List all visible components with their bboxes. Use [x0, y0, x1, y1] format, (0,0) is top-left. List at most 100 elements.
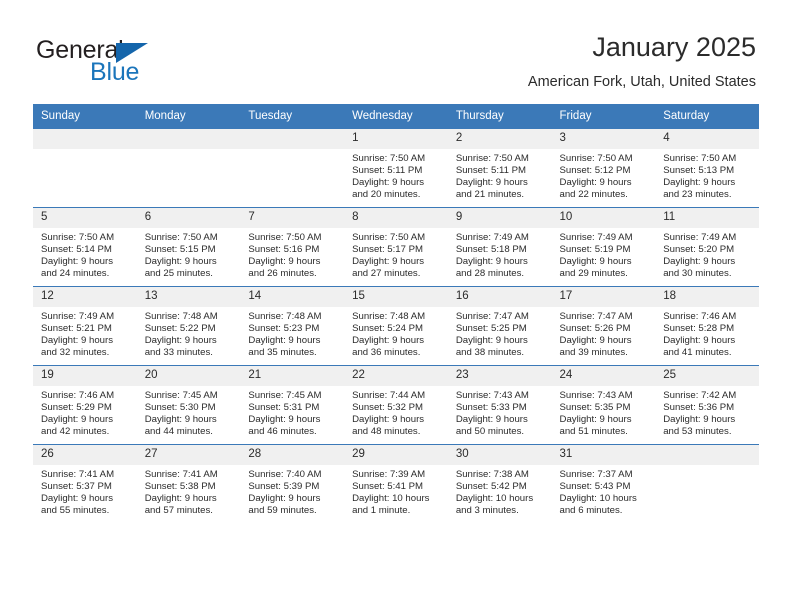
sunrise-text: Sunrise: 7:46 AM	[663, 311, 737, 322]
calendar-day-cell[interactable]: 3 Sunrise: 7:50 AM Sunset: 5:12 PM Daylight…	[551, 128, 656, 208]
calendar-day-cell[interactable]: 11 Sunrise: 7:49 AM Sunset: 5:20 PM Dayligh…	[655, 207, 759, 287]
sunrise-text: Sunrise: 7:45 AM	[248, 390, 322, 401]
calendar-day-cell[interactable]: 18 Sunrise: 7:46 AM Sunset: 5:28 PM Dayligh…	[655, 286, 759, 366]
day-number: 29	[344, 445, 448, 465]
sunrise-text: Sunrise: 7:39 AM	[352, 469, 426, 480]
calendar-day-cell[interactable]: 20 Sunrise: 7:45 AM Sunset: 5:30 PM Dayligh…	[136, 365, 241, 445]
day-number	[240, 129, 345, 149]
day-details: Sunrise: 7:45 AM Sunset: 5:31 PM Daylight:…	[240, 386, 344, 438]
sunset-text: Sunset: 5:31 PM	[248, 402, 320, 414]
daylight-text: Daylight: 10 hours and 6 minutes.	[559, 493, 637, 517]
location-subtitle: American Fork, Utah, United States	[527, 74, 756, 90]
day-details: Sunrise: 7:38 AM Sunset: 5:42 PM Daylight:…	[448, 465, 552, 517]
calendar-day-cell[interactable]: 5 Sunrise: 7:50 AM Sunset: 5:14 PM Daylight…	[33, 207, 137, 287]
day-details: Sunrise: 7:50 AM Sunset: 5:14 PM Daylight:…	[33, 228, 137, 280]
calendar-day-cell[interactable]: 16 Sunrise: 7:47 AM Sunset: 5:25 PM Dayligh…	[447, 286, 552, 366]
calendar-day-cell[interactable]: 7 Sunrise: 7:50 AM Sunset: 5:16 PM Daylight…	[240, 207, 345, 287]
daylight-text: Daylight: 10 hours and 1 minute.	[352, 493, 430, 517]
day-details: Sunrise: 7:40 AM Sunset: 5:39 PM Daylight:…	[240, 465, 344, 517]
daylight-text: Daylight: 9 hours and 44 minutes.	[144, 414, 217, 438]
sunset-text: Sunset: 5:11 PM	[455, 165, 527, 177]
day-number: 11	[655, 208, 759, 228]
calendar-day-cell[interactable]: 27 Sunrise: 7:41 AM Sunset: 5:38 PM Dayligh…	[136, 444, 241, 523]
sunrise-text: Sunrise: 7:50 AM	[352, 232, 426, 243]
calendar-day-cell[interactable]: 26 Sunrise: 7:41 AM Sunset: 5:37 PM Dayligh…	[33, 444, 137, 523]
sunrise-text: Sunrise: 7:50 AM	[455, 153, 529, 164]
daylight-text: Daylight: 9 hours and 22 minutes.	[559, 177, 632, 201]
calendar-day-cell[interactable]: 9 Sunrise: 7:49 AM Sunset: 5:18 PM Daylight…	[447, 207, 552, 287]
calendar-day-cell[interactable]: 13 Sunrise: 7:48 AM Sunset: 5:22 PM Dayligh…	[136, 286, 241, 366]
day-details: Sunrise: 7:49 AM Sunset: 5:20 PM Daylight:…	[655, 228, 759, 280]
calendar-day-cell[interactable]: 15 Sunrise: 7:48 AM Sunset: 5:24 PM Dayligh…	[344, 286, 448, 366]
calendar-empty-cell	[33, 128, 137, 208]
calendar-day-cell[interactable]: 22 Sunrise: 7:44 AM Sunset: 5:32 PM Dayligh…	[344, 365, 448, 445]
day-details: Sunrise: 7:39 AM Sunset: 5:41 PM Daylight:…	[344, 465, 448, 517]
calendar-day-cell[interactable]: 30 Sunrise: 7:38 AM Sunset: 5:42 PM Dayligh…	[447, 444, 552, 523]
sunset-text: Sunset: 5:32 PM	[352, 402, 424, 414]
daylight-text: Daylight: 9 hours and 36 minutes.	[352, 335, 425, 359]
day-number: 18	[655, 287, 759, 307]
day-number: 28	[240, 445, 345, 465]
day-details: Sunrise: 7:50 AM Sunset: 5:13 PM Daylight:…	[655, 149, 759, 201]
sunset-text: Sunset: 5:39 PM	[248, 481, 320, 493]
daylight-text: Daylight: 9 hours and 35 minutes.	[248, 335, 321, 359]
general-blue-logo[interactable]: General Blue	[36, 36, 226, 88]
sunrise-text: Sunrise: 7:50 AM	[144, 232, 218, 243]
calendar-day-cell[interactable]: 31 Sunrise: 7:37 AM Sunset: 5:43 PM Dayligh…	[551, 444, 656, 523]
calendar-day-cell[interactable]: 12 Sunrise: 7:49 AM Sunset: 5:21 PM Dayligh…	[33, 286, 137, 366]
calendar-day-cell[interactable]: 25 Sunrise: 7:42 AM Sunset: 5:36 PM Dayligh…	[655, 365, 759, 445]
calendar-day-cell[interactable]: 17 Sunrise: 7:47 AM Sunset: 5:26 PM Dayligh…	[551, 286, 656, 366]
sunset-text: Sunset: 5:38 PM	[144, 481, 216, 493]
calendar-week-row: 19 Sunrise: 7:46 AM Sunset: 5:29 PM Dayligh…	[33, 365, 759, 445]
day-details: Sunrise: 7:46 AM Sunset: 5:29 PM Daylight:…	[33, 386, 137, 438]
sunset-text: Sunset: 5:16 PM	[248, 244, 320, 256]
calendar-week-row: 5 Sunrise: 7:50 AM Sunset: 5:14 PM Daylight…	[33, 207, 759, 287]
sunrise-text: Sunrise: 7:40 AM	[248, 469, 322, 480]
calendar-day-cell[interactable]: 23 Sunrise: 7:43 AM Sunset: 5:33 PM Dayligh…	[447, 365, 552, 445]
day-number: 31	[551, 445, 656, 465]
calendar-day-cell[interactable]: 21 Sunrise: 7:45 AM Sunset: 5:31 PM Dayligh…	[240, 365, 345, 445]
daylight-text: Daylight: 9 hours and 53 minutes.	[663, 414, 736, 438]
day-number: 27	[136, 445, 241, 465]
calendar-day-cell[interactable]: 19 Sunrise: 7:46 AM Sunset: 5:29 PM Dayligh…	[33, 365, 137, 445]
calendar-empty-cell	[240, 128, 345, 208]
day-details: Sunrise: 7:50 AM Sunset: 5:16 PM Daylight:…	[240, 228, 344, 280]
calendar-day-cell[interactable]: 1 Sunrise: 7:50 AM Sunset: 5:11 PM Daylight…	[344, 128, 448, 208]
sunrise-text: Sunrise: 7:50 AM	[41, 232, 115, 243]
calendar-day-cell[interactable]: 8 Sunrise: 7:50 AM Sunset: 5:17 PM Daylight…	[344, 207, 448, 287]
sunset-text: Sunset: 5:21 PM	[41, 323, 112, 335]
weekday-header-wednesday: Wednesday	[344, 104, 448, 129]
calendar-day-cell[interactable]: 4 Sunrise: 7:50 AM Sunset: 5:13 PM Daylight…	[655, 128, 759, 208]
weekday-header-sunday: Sunday	[33, 104, 137, 129]
sunrise-text: Sunrise: 7:41 AM	[144, 469, 218, 480]
calendar-day-cell[interactable]: 14 Sunrise: 7:48 AM Sunset: 5:23 PM Dayligh…	[240, 286, 345, 366]
calendar-day-cell[interactable]: 29 Sunrise: 7:39 AM Sunset: 5:41 PM Dayligh…	[344, 444, 448, 523]
day-number: 1	[344, 129, 448, 149]
day-number: 2	[447, 129, 552, 149]
calendar-day-cell[interactable]: 2 Sunrise: 7:50 AM Sunset: 5:11 PM Daylight…	[447, 128, 552, 208]
sunrise-text: Sunrise: 7:38 AM	[455, 469, 529, 480]
day-number: 7	[240, 208, 345, 228]
sunrise-text: Sunrise: 7:43 AM	[559, 390, 633, 401]
sunrise-text: Sunrise: 7:48 AM	[352, 311, 426, 322]
sunset-text: Sunset: 5:17 PM	[352, 244, 424, 256]
weekday-header-thursday: Thursday	[447, 104, 552, 129]
calendar-empty-cell	[136, 128, 241, 208]
sunrise-text: Sunrise: 7:49 AM	[455, 232, 529, 243]
day-number: 8	[344, 208, 448, 228]
day-number: 26	[33, 445, 137, 465]
calendar-day-cell[interactable]: 10 Sunrise: 7:49 AM Sunset: 5:19 PM Dayligh…	[551, 207, 656, 287]
sunset-text: Sunset: 5:14 PM	[41, 244, 112, 256]
calendar-day-cell[interactable]: 24 Sunrise: 7:43 AM Sunset: 5:35 PM Dayligh…	[551, 365, 656, 445]
day-details: Sunrise: 7:48 AM Sunset: 5:23 PM Daylight:…	[240, 307, 344, 359]
sunrise-text: Sunrise: 7:50 AM	[248, 232, 322, 243]
day-details: Sunrise: 7:43 AM Sunset: 5:33 PM Daylight:…	[448, 386, 552, 438]
sunrise-text: Sunrise: 7:46 AM	[41, 390, 115, 401]
sunrise-text: Sunrise: 7:45 AM	[144, 390, 218, 401]
calendar-day-cell[interactable]: 6 Sunrise: 7:50 AM Sunset: 5:15 PM Daylight…	[136, 207, 241, 287]
day-details: Sunrise: 7:50 AM Sunset: 5:11 PM Daylight:…	[448, 149, 552, 201]
page-title: January 2025	[592, 32, 756, 62]
sunset-text: Sunset: 5:29 PM	[41, 402, 112, 414]
calendar-body: 1 Sunrise: 7:50 AM Sunset: 5:11 PM Daylight…	[33, 128, 759, 523]
calendar-day-cell[interactable]: 28 Sunrise: 7:40 AM Sunset: 5:39 PM Dayligh…	[240, 444, 345, 523]
